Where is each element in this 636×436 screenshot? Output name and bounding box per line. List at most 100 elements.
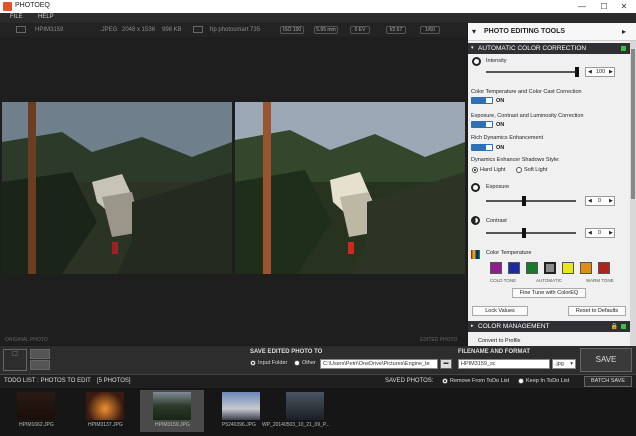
color-management-label: COLOR MANAGEMENT <box>478 323 550 330</box>
filename-input[interactable]: HPIM3159_sc <box>458 359 550 369</box>
ct-correction-state: ON <box>496 98 505 104</box>
edited-photo[interactable] <box>235 102 465 274</box>
color-swatch-yellow[interactable] <box>562 262 574 274</box>
menu-bar: FILE HELP <box>0 13 636 23</box>
format-select-value: .jpg <box>555 361 564 367</box>
input-folder-label: Input Folder <box>258 360 288 366</box>
title-bar: PHOTOEQ — ☐ ✕ <box>0 0 636 13</box>
color-management-header[interactable]: ▸ COLOR MANAGEMENT 🔒 <box>468 321 630 332</box>
color-swatch-orange[interactable] <box>580 262 592 274</box>
color-swatch-red[interactable] <box>598 262 610 274</box>
contrast-slider-handle[interactable] <box>522 228 526 238</box>
exposure-value: 0 <box>598 198 602 204</box>
view-single-icon[interactable] <box>30 360 50 370</box>
increment-icon[interactable]: ▶ <box>609 198 613 204</box>
thumbnail-3[interactable] <box>153 392 191 420</box>
panel-arrow-icon[interactable]: ▸ <box>622 27 626 36</box>
view-split-icon[interactable] <box>30 349 50 359</box>
thumbnail-4[interactable] <box>222 392 260 420</box>
color-temperature-label: Color Temperature <box>486 250 532 256</box>
color-swatch-green[interactable] <box>526 262 538 274</box>
exposure-stepper[interactable]: ◀ 0 ▶ <box>585 196 615 206</box>
panel-header: ▾ PHOTO EDITING TOOLS ▸ <box>468 23 636 41</box>
section-arrow-icon: ▾ <box>471 45 474 51</box>
increment-icon[interactable]: ▶ <box>609 69 613 75</box>
edited-photo-label: EDITED PHOTO <box>420 337 458 343</box>
panel-scrollbar[interactable] <box>630 41 636 346</box>
decrement-icon[interactable]: ◀ <box>588 230 592 236</box>
input-folder-radio[interactable] <box>250 360 256 366</box>
close-button[interactable]: ✕ <box>614 0 634 13</box>
thumbnail-1[interactable] <box>17 392 55 420</box>
menu-help[interactable]: HELP <box>38 14 54 20</box>
color-swatch-blue[interactable] <box>508 262 520 274</box>
exposure-slider-handle[interactable] <box>522 196 526 206</box>
lock-values-button[interactable]: Lock Values <box>472 306 528 316</box>
remove-from-todo-radio[interactable] <box>442 378 448 384</box>
intensity-stepper[interactable]: ◀ 100 ▶ <box>585 67 615 77</box>
ct-correction-toggle[interactable] <box>471 97 493 104</box>
thumbnail-2[interactable] <box>86 392 124 420</box>
section-status-icon <box>621 324 626 329</box>
color-swatch-automatic[interactable] <box>544 262 556 274</box>
contrast-stepper[interactable]: ◀ 0 ▶ <box>585 228 615 238</box>
save-button[interactable]: SAVE <box>580 348 632 372</box>
decrement-icon[interactable]: ◀ <box>588 198 592 204</box>
contrast-slider[interactable] <box>486 232 576 234</box>
auto-color-correction-header[interactable]: ▾ AUTOMATIC COLOR CORRECTION <box>468 43 630 54</box>
thumbnail-5[interactable] <box>286 392 324 420</box>
intensity-slider[interactable] <box>486 71 576 73</box>
rich-dynamics-toggle[interactable] <box>471 144 493 151</box>
original-photo[interactable] <box>2 102 232 274</box>
format-select[interactable]: .jpg ▾ <box>552 359 576 369</box>
intensity-slider-handle[interactable] <box>575 67 579 77</box>
ct-correction-label: Color Temperature and Color Cast Correct… <box>471 89 582 95</box>
exposure-slider[interactable] <box>486 200 576 202</box>
rich-dynamics-label: Rich Dynamics Enhancement <box>471 135 544 141</box>
increment-icon[interactable]: ▶ <box>609 230 613 236</box>
hard-light-label: Hard Light <box>480 167 506 173</box>
photo-info-bar: HPIM3159 .JPEG 2048 x 1536 998 KB hp pho… <box>0 23 467 37</box>
crop-tool-icon[interactable]: ⬚ <box>3 349 27 371</box>
intensity-label: Intensity <box>486 58 507 64</box>
decrement-icon[interactable]: ◀ <box>588 69 592 75</box>
info-format: .JPEG <box>100 27 118 33</box>
color-swatch-purple[interactable] <box>490 262 502 274</box>
rich-dynamics-state: ON <box>496 145 505 151</box>
reset-defaults-button[interactable]: Reset to Defaults <box>568 306 626 316</box>
automatic-tone-label: AUTOMATIC <box>536 278 563 283</box>
window-title: PHOTOEQ <box>15 2 50 9</box>
info-size: 998 KB <box>162 27 182 33</box>
info-dimensions: 2048 x 1536 <box>122 27 156 33</box>
thumbnail-3-label: HPIM3159.JPG <box>155 422 190 428</box>
save-to-title: SAVE EDITED PHOTO TO <box>250 349 323 355</box>
keep-in-todo-radio[interactable] <box>518 378 524 384</box>
other-folder-radio[interactable] <box>294 360 300 366</box>
menu-file[interactable]: FILE <box>10 14 23 20</box>
ecl-correction-toggle[interactable] <box>471 121 493 128</box>
section-status-icon <box>621 46 626 51</box>
batch-save-button[interactable]: BATCH SAVE <box>584 376 632 387</box>
app-icon <box>3 2 12 11</box>
hard-light-radio[interactable] <box>472 167 478 173</box>
chevron-down-icon: ▾ <box>570 361 573 367</box>
info-filename: HPIM3159 <box>35 27 64 33</box>
maximize-button[interactable]: ☐ <box>594 0 614 13</box>
minimize-button[interactable]: — <box>572 0 592 13</box>
info-camera: hp photosmart 735 <box>210 27 261 33</box>
remove-from-todo-label: Remove From ToDo List <box>450 378 510 384</box>
ecl-correction-state: ON <box>496 122 505 128</box>
scrollbar-thumb[interactable] <box>631 49 635 199</box>
fine-tune-button[interactable]: Fine Tune with ColorEQ <box>512 288 586 298</box>
browse-folder-icon[interactable]: ▬ <box>440 359 452 369</box>
contrast-icon <box>471 216 480 225</box>
soft-light-radio[interactable] <box>516 167 522 173</box>
thumbnail-5-label: WP_20140503_10_21_09_P... <box>262 422 330 428</box>
exposure-label: Exposure <box>486 184 510 190</box>
contrast-value: 0 <box>598 230 602 236</box>
collapse-icon[interactable]: ▾ <box>472 27 476 36</box>
thumbnail-4-label: P5240396.JPG <box>222 422 256 428</box>
intensity-icon <box>472 57 481 66</box>
save-path-input[interactable]: C:\Users\Petri\OneDrive\Pictures\Engine_… <box>320 359 438 369</box>
auto-color-correction-label: AUTOMATIC COLOR CORRECTION <box>478 45 587 52</box>
